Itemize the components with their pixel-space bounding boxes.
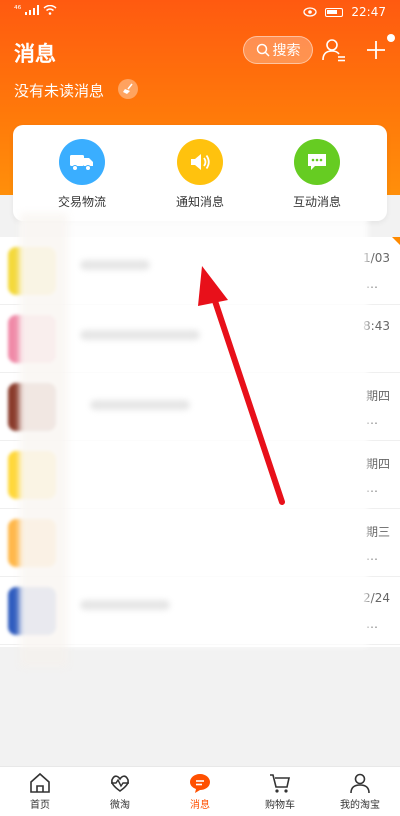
- message-time: 1/03: [363, 251, 390, 265]
- blurred-text: [90, 400, 190, 410]
- tab-label: 消息: [190, 800, 210, 811]
- tab-my-taobao[interactable]: 我的淘宝: [320, 767, 400, 816]
- tab-messages[interactable]: 消息: [160, 767, 240, 816]
- blurred-text: [80, 260, 150, 270]
- contacts-icon: [322, 39, 345, 62]
- plus-icon: [367, 41, 385, 59]
- network-type: ⁴⁶: [14, 5, 22, 15]
- message-time: 2/24: [363, 591, 390, 605]
- page-title: 消息: [14, 42, 56, 66]
- search-button[interactable]: 搜索: [243, 36, 313, 64]
- blurred-text: [80, 330, 200, 340]
- message-preview-ellipsis: …: [366, 277, 378, 291]
- notification-dot: [387, 34, 395, 42]
- status-bar: ⁴⁶ 22:47: [0, 0, 400, 26]
- signal-icon: [25, 5, 40, 15]
- clock: 22:47: [351, 5, 386, 19]
- battery-icon: [325, 7, 344, 17]
- clear-unread-button[interactable]: [118, 79, 138, 99]
- tab-label: 我的淘宝: [340, 800, 380, 811]
- contacts-button[interactable]: [320, 36, 348, 64]
- quick-action-interactions[interactable]: 互动消息: [267, 139, 367, 210]
- blurred-text: [80, 600, 170, 610]
- unread-corner-marker: [392, 237, 400, 245]
- message-preview-ellipsis: …: [366, 549, 378, 563]
- add-button[interactable]: [362, 36, 390, 64]
- wifi-icon: [43, 5, 57, 15]
- unread-status: 没有未读消息: [14, 82, 105, 100]
- quick-actions-card: 交易物流 通知消息 互动消息: [13, 125, 387, 221]
- message-preview-ellipsis: …: [366, 413, 378, 427]
- message-preview-ellipsis: …: [366, 617, 378, 631]
- notifications-circle: [177, 139, 223, 185]
- quick-action-label: 通知消息: [175, 195, 224, 209]
- bottom-tab-bar: 首页 微淘 消息 购物车 我的淘宝: [0, 766, 400, 816]
- speaker-icon: [191, 154, 210, 170]
- quick-action-label: 互动消息: [292, 195, 341, 209]
- interactions-circle: [294, 139, 340, 185]
- home-icon: [30, 772, 50, 793]
- message-time: 期三: [365, 525, 390, 539]
- search-icon: [256, 43, 270, 57]
- quick-action-label: 交易物流: [57, 195, 106, 209]
- cart-icon: [270, 774, 290, 793]
- message-time: 期四: [365, 457, 390, 471]
- profile-icon: [350, 773, 370, 794]
- broom-icon: [123, 83, 133, 94]
- message-time: 8:43: [363, 319, 390, 333]
- quick-action-logistics[interactable]: 交易物流: [32, 139, 132, 210]
- tab-home[interactable]: 首页: [0, 767, 80, 816]
- message-icon: [190, 774, 210, 793]
- message-time: 期四: [365, 389, 390, 403]
- tab-weitao[interactable]: 微淘: [80, 767, 160, 816]
- chat-bubble-icon: [308, 154, 326, 170]
- eye-icon: [303, 7, 318, 17]
- tab-label: 微淘: [110, 800, 130, 811]
- privacy-blur-strip: [20, 213, 68, 667]
- truck-icon: [70, 155, 93, 171]
- heart-wave-icon: [111, 775, 129, 792]
- logistics-circle: [59, 139, 105, 185]
- quick-action-notifications[interactable]: 通知消息: [150, 139, 250, 210]
- search-label: 搜索: [272, 43, 301, 59]
- tab-cart[interactable]: 购物车: [240, 767, 320, 816]
- tab-label: 首页: [30, 800, 50, 811]
- message-preview-ellipsis: …: [366, 481, 378, 495]
- tab-label: 购物车: [265, 800, 295, 811]
